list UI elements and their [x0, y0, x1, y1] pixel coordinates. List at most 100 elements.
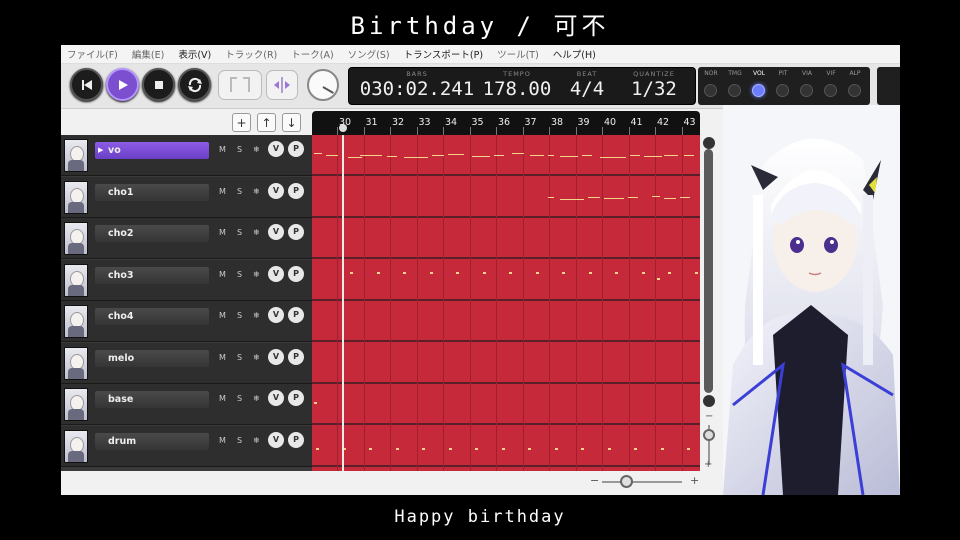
pan-button[interactable]: P: [288, 265, 304, 282]
track-name[interactable]: vo: [95, 142, 209, 159]
track-avatar[interactable]: [64, 429, 88, 463]
tool-select-button[interactable]: [877, 67, 900, 105]
note-event[interactable]: [664, 197, 676, 199]
solo-button[interactable]: S: [233, 433, 246, 448]
param-vif[interactable]: VIF: [819, 67, 843, 105]
freeze-icon[interactable]: ❄: [250, 350, 263, 365]
menu-view[interactable]: 表示(V): [178, 47, 211, 61]
note-event[interactable]: [607, 447, 611, 450]
volume-button[interactable]: V: [268, 141, 284, 157]
track-avatar[interactable]: [64, 139, 88, 172]
note-event[interactable]: [680, 196, 690, 198]
freeze-icon[interactable]: ❄: [250, 433, 263, 448]
freeze-icon[interactable]: ❄: [250, 142, 263, 157]
scroll-up-icon[interactable]: [703, 137, 715, 149]
track-row-base[interactable]: base M S ❄ V P: [61, 384, 312, 425]
grid-row-cho4[interactable]: [312, 301, 700, 342]
freeze-icon[interactable]: ❄: [250, 225, 263, 240]
note-event[interactable]: [448, 447, 452, 450]
volume-button[interactable]: V: [268, 348, 284, 365]
note-event[interactable]: [432, 155, 444, 156]
note-event[interactable]: [560, 156, 578, 157]
volume-button[interactable]: V: [268, 431, 284, 448]
solo-button[interactable]: S: [233, 142, 246, 157]
grid-row-base[interactable]: [312, 384, 700, 425]
move-track-down-button[interactable]: ↓: [282, 113, 301, 132]
volume-button[interactable]: V: [268, 265, 284, 282]
menu-song[interactable]: ソング(S): [348, 47, 390, 61]
mute-button[interactable]: M: [216, 142, 229, 157]
mute-button[interactable]: M: [216, 350, 229, 365]
pan-button[interactable]: P: [288, 307, 304, 323]
track-avatar[interactable]: [64, 305, 88, 338]
volume-button[interactable]: V: [268, 307, 284, 323]
volume-button[interactable]: V: [268, 224, 284, 240]
note-event[interactable]: [429, 271, 433, 274]
solo-button[interactable]: S: [233, 308, 246, 323]
track-row-drum[interactable]: drum M S ❄ V P: [61, 425, 312, 467]
note-event[interactable]: [694, 271, 698, 274]
note-event[interactable]: [348, 157, 362, 158]
loop-button[interactable]: [178, 68, 211, 101]
note-event[interactable]: [535, 271, 539, 274]
track-row-cho1[interactable]: cho1 M S ❄ V P: [61, 176, 312, 218]
note-event[interactable]: [554, 447, 558, 450]
note-event[interactable]: [560, 198, 584, 200]
grid-row-cho1[interactable]: [312, 177, 700, 218]
note-event[interactable]: [422, 447, 425, 450]
track-name[interactable]: cho1: [95, 183, 209, 201]
menu-tools[interactable]: ツール(T): [497, 47, 539, 61]
freeze-icon[interactable]: ❄: [250, 391, 263, 406]
vertical-scroll-thumb[interactable]: [704, 149, 713, 393]
track-avatar[interactable]: [64, 180, 88, 214]
solo-button[interactable]: S: [233, 391, 246, 406]
menu-file[interactable]: ファイル(F): [67, 47, 118, 61]
freeze-icon[interactable]: ❄: [250, 184, 263, 199]
track-name[interactable]: melo: [95, 349, 209, 367]
note-event[interactable]: [448, 154, 464, 155]
mute-button[interactable]: M: [216, 433, 229, 448]
track-row-cho2[interactable]: cho2 M S ❄ V P: [61, 218, 312, 259]
note-event[interactable]: [316, 447, 319, 450]
grid-row-cho3[interactable]: [312, 260, 700, 301]
menu-transport[interactable]: トランスポート(P): [404, 47, 483, 61]
track-avatar[interactable]: [64, 263, 88, 297]
note-event[interactable]: [403, 271, 406, 274]
horizontal-zoom-knob[interactable]: [620, 475, 633, 488]
mute-button[interactable]: M: [216, 267, 229, 282]
track-row-vo[interactable]: vo MS ❄ VP: [61, 135, 312, 176]
param-tmg[interactable]: TMG: [723, 67, 747, 105]
track-avatar[interactable]: [64, 346, 88, 380]
move-track-up-button[interactable]: ↑: [257, 113, 276, 132]
pan-button[interactable]: P: [288, 390, 304, 406]
param-vol[interactable]: VOL: [747, 67, 771, 105]
note-event[interactable]: [630, 155, 640, 156]
scroll-down-icon[interactable]: [703, 395, 715, 407]
note-event[interactable]: [548, 196, 554, 198]
pan-button[interactable]: P: [288, 224, 304, 240]
playhead-line[interactable]: [342, 135, 344, 471]
quantize-value[interactable]: 1/32: [619, 78, 689, 100]
note-event[interactable]: [588, 196, 600, 198]
note-event[interactable]: [360, 155, 382, 156]
note-event[interactable]: [582, 155, 592, 156]
master-volume-knob[interactable]: [307, 69, 339, 101]
note-event[interactable]: [472, 156, 490, 157]
track-name[interactable]: cho2: [95, 225, 209, 242]
track-row-cho3[interactable]: cho3 M S ❄ V P: [61, 259, 312, 301]
note-event[interactable]: [387, 156, 397, 157]
param-via[interactable]: VIA: [795, 67, 819, 105]
freeze-icon[interactable]: ❄: [250, 308, 263, 323]
beat-value[interactable]: 4/4: [557, 78, 617, 100]
menu-talk[interactable]: トーク(A): [291, 47, 333, 61]
note-event[interactable]: [314, 402, 317, 404]
rewind-button[interactable]: [70, 68, 103, 101]
param-alp[interactable]: ALP: [843, 67, 867, 105]
note-event[interactable]: [668, 271, 671, 274]
track-row-melo[interactable]: melo M S ❄ V P: [61, 342, 312, 384]
note-event[interactable]: [588, 271, 592, 274]
bars-value[interactable]: 030:02.241: [357, 78, 477, 100]
tempo-value[interactable]: 178.00: [477, 78, 557, 100]
note-event[interactable]: [501, 447, 505, 450]
note-event[interactable]: [600, 157, 626, 158]
